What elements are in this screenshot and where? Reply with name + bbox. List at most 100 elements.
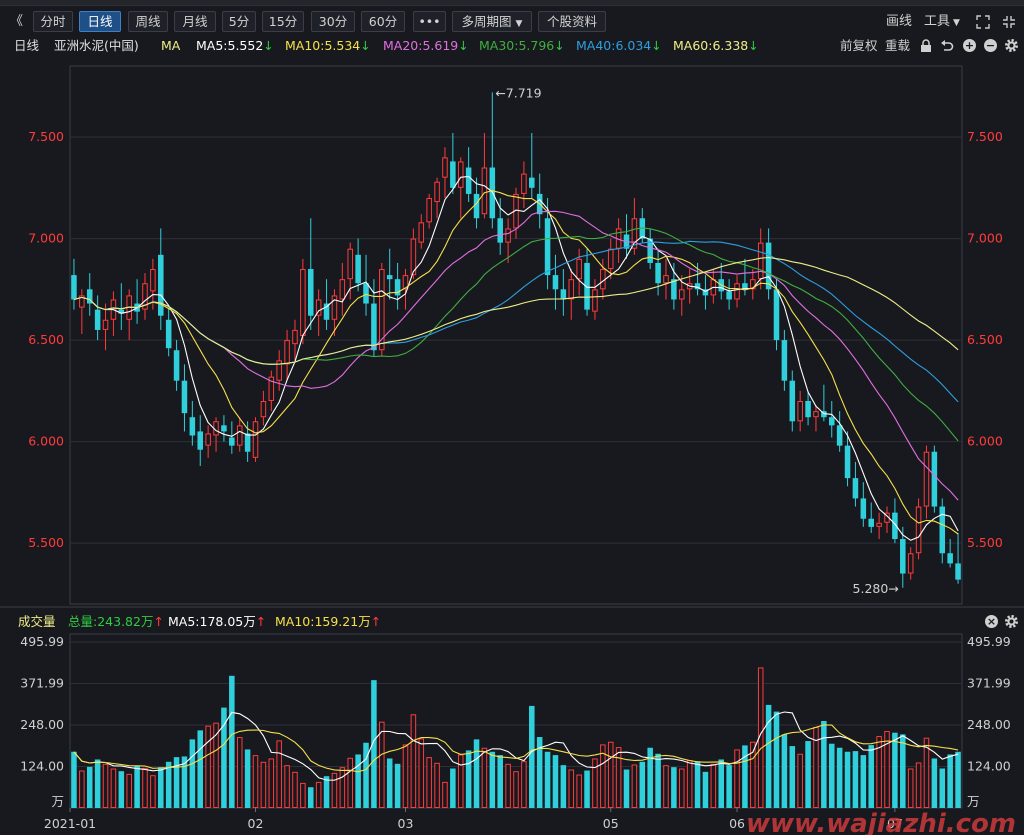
candle-down — [844, 445, 851, 479]
candle-down — [158, 254, 164, 316]
candle-up — [907, 553, 914, 574]
candle-up — [150, 269, 156, 292]
candle-up — [568, 279, 575, 300]
candle-down — [323, 303, 330, 320]
volume-bar-down — [694, 761, 701, 808]
volume-bar-down — [118, 771, 125, 808]
candle-down — [931, 451, 938, 507]
price-tick-left: 7.000 — [28, 231, 64, 246]
volume-bar-up — [252, 755, 259, 809]
candle-down — [805, 400, 811, 418]
volume-bar-down — [773, 711, 780, 808]
chart-window: 《 分时 日线 周线 月线 5分 15分 30分 60分 ••• 多周期图 ▼ 个… — [0, 0, 1024, 835]
volume-bar-down — [844, 751, 851, 808]
price-tick-left: 6.000 — [28, 434, 64, 449]
volume-bar-down — [647, 747, 653, 808]
high-price-label: ←7.719 — [495, 85, 541, 100]
candle-down — [189, 417, 196, 436]
volume-bar-down — [158, 767, 164, 808]
candle-down — [655, 262, 661, 284]
volume-bar-up — [426, 757, 432, 808]
candle-up — [300, 269, 306, 337]
candle-down — [955, 563, 961, 580]
volume-bar-up — [513, 771, 519, 809]
candle-down — [947, 553, 953, 564]
candle-up — [284, 340, 290, 365]
candle-down — [781, 340, 788, 381]
candle-down — [544, 218, 551, 276]
candle-down — [836, 425, 843, 446]
candle-down — [868, 518, 874, 527]
candle-up — [236, 425, 243, 446]
volume-bar-down — [552, 755, 559, 808]
candle-up — [426, 197, 432, 223]
volume-bar-down — [544, 751, 551, 808]
volume-bar-down — [702, 771, 709, 808]
volume-bar-up — [79, 770, 85, 808]
volume-bar-up — [915, 762, 922, 809]
volume-bar-down — [931, 758, 938, 808]
candle-down — [450, 161, 456, 188]
volume-bar-down — [386, 758, 393, 808]
volume-bar-up — [679, 768, 685, 808]
candle-down — [197, 431, 204, 450]
candle-down — [221, 425, 227, 432]
price-tick-right: 6.000 — [967, 434, 1003, 449]
chart-canvas[interactable]: 7.500 7.500 7.000 7.000 6.500 6.500 6.000 6.000… — [0, 0, 1024, 835]
candle-up — [600, 269, 606, 290]
volume-bar-down — [529, 705, 535, 808]
candle-up — [292, 329, 298, 345]
candle-up — [339, 279, 346, 300]
volume-unit-right: 万 — [967, 794, 980, 809]
candle-down — [828, 417, 835, 426]
candle-up — [631, 218, 638, 249]
volume-bar-up — [576, 774, 582, 809]
candle-down — [229, 437, 235, 446]
volume-tick-right: 371.99 — [967, 676, 1011, 691]
volume-bar-up — [300, 782, 306, 808]
volume-bar-up — [276, 740, 282, 808]
volume-bar-down — [836, 747, 843, 808]
candle-up — [576, 258, 582, 280]
volume-bar-up — [457, 754, 464, 808]
volume-bar-down — [860, 755, 867, 808]
volume-unit-left: 万 — [51, 794, 64, 809]
volume-bar-down — [955, 751, 961, 808]
candle-up — [347, 248, 353, 280]
candle-up — [876, 522, 882, 527]
candle-down — [726, 291, 732, 300]
volume-bar-up — [631, 764, 638, 809]
watermark-text: www.wajiazhi.com — [746, 809, 1016, 835]
volume-bar-down — [939, 768, 946, 808]
volume-bar-down — [781, 734, 788, 808]
volume-bar-up — [710, 763, 717, 808]
volume-bar-down — [623, 769, 630, 808]
candle-up — [252, 421, 259, 458]
volume-bar-down — [134, 765, 140, 808]
candle-up — [442, 157, 448, 178]
volume-bar-down — [94, 759, 101, 808]
volume-bar-down — [323, 776, 330, 808]
candle-down — [307, 269, 314, 316]
volume-bar-up — [607, 741, 614, 809]
x-tick-label: 02 — [248, 816, 264, 831]
ma-line-ma40 — [73, 240, 959, 403]
volume-bar-up — [615, 747, 622, 808]
price-tick-right: 5.500 — [967, 535, 1003, 550]
candle-down — [386, 275, 393, 280]
candle-down — [363, 283, 369, 304]
candle-up — [205, 433, 211, 446]
candle-up — [757, 242, 764, 280]
volume-bar-down — [71, 751, 77, 808]
volume-bar-up — [205, 725, 211, 809]
candle-down — [497, 218, 503, 243]
price-tick-left: 5.500 — [28, 535, 64, 550]
volume-bar-up — [907, 768, 914, 808]
candle-up — [734, 283, 740, 300]
candle-up — [607, 248, 614, 270]
volume-tick-left: 124.00 — [20, 759, 64, 774]
volume-bar-up — [102, 763, 109, 808]
candle-down — [473, 193, 480, 219]
volume-bar-up — [292, 771, 298, 809]
ma-line-ma60 — [73, 256, 959, 365]
